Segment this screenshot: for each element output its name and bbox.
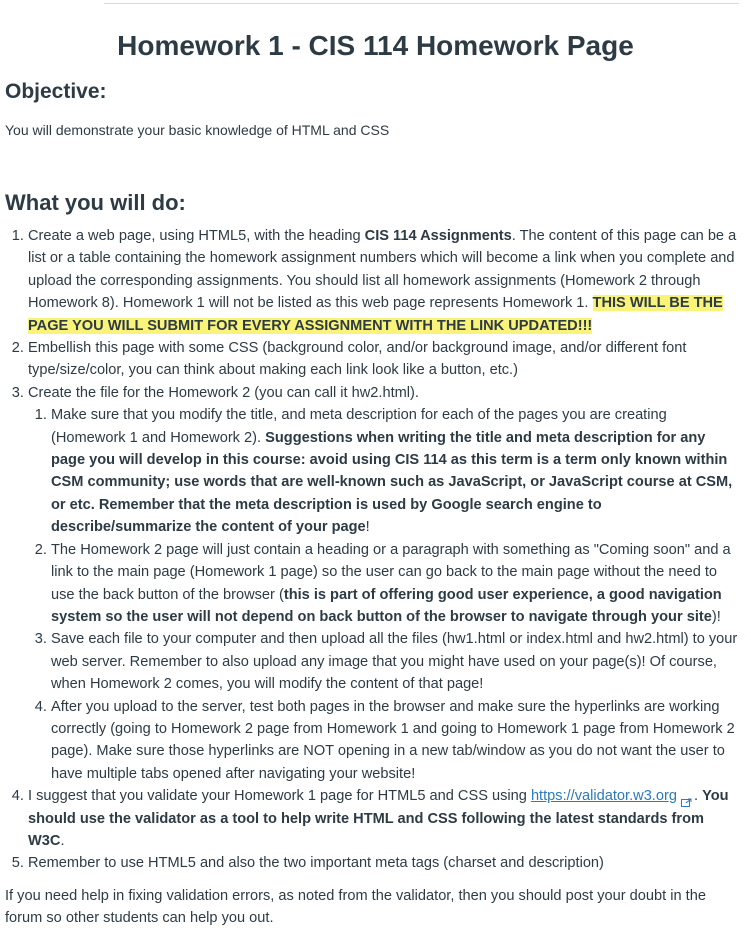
item-text: . [60,832,65,849]
item-text: . [693,788,703,805]
sub-list-item: Save each file to your computer and then… [51,628,743,695]
top-divider [104,3,739,4]
list-item: I suggest that you validate your Homewor… [28,785,743,852]
instructions: Create a web page, using HTML5, with the… [5,225,743,930]
sub-list-item: Make sure that you modify the title, and… [51,404,743,538]
item-text: ! [365,519,370,536]
item-text: Remember to use HTML5 and also the two i… [28,855,604,872]
closing-paragraph: If you need help in fixing validation er… [5,887,706,927]
item-text: Create the file for the Homework 2 (you … [28,384,419,401]
sub-list-item: The Homework 2 page will just contain a … [51,539,743,629]
list-item: Remember to use HTML5 and also the two i… [28,852,743,874]
item-text: Embellish this page with some CSS (backg… [28,340,687,379]
assignment-page: Homework 1 - CIS 114 Homework Page Objec… [0,0,751,926]
instruction-list: Create a web page, using HTML5, with the… [5,225,743,875]
sub-list-item: After you upload to the server, test bot… [51,696,743,786]
objective-text: You will demonstrate your basic knowledg… [5,122,390,138]
list-item: Embellish this page with some CSS (backg… [28,337,743,382]
item-text: Save each file to your computer and then… [51,631,738,693]
list-item: Create the file for the Homework 2 (you … [28,382,743,785]
item-text: )! [711,608,721,625]
item-text: After you upload to the server, test bot… [51,698,735,782]
item-text: I suggest that you validate your Homewor… [28,788,531,805]
external-link-icon [680,792,692,807]
page-title: Homework 1 - CIS 114 Homework Page [117,30,634,61]
item-bold-text: CIS 114 Assignments [364,228,512,244]
objective-heading: Objective: [5,80,107,103]
item-text: Create a web page, using HTML5, with the… [28,228,365,244]
what-heading: What you will do: [5,190,186,215]
sub-instruction-list: Make sure that you modify the title, and… [28,404,743,785]
validator-link[interactable]: https://validator.w3.org [531,788,677,804]
list-item: Create a web page, using HTML5, with the… [28,225,743,337]
